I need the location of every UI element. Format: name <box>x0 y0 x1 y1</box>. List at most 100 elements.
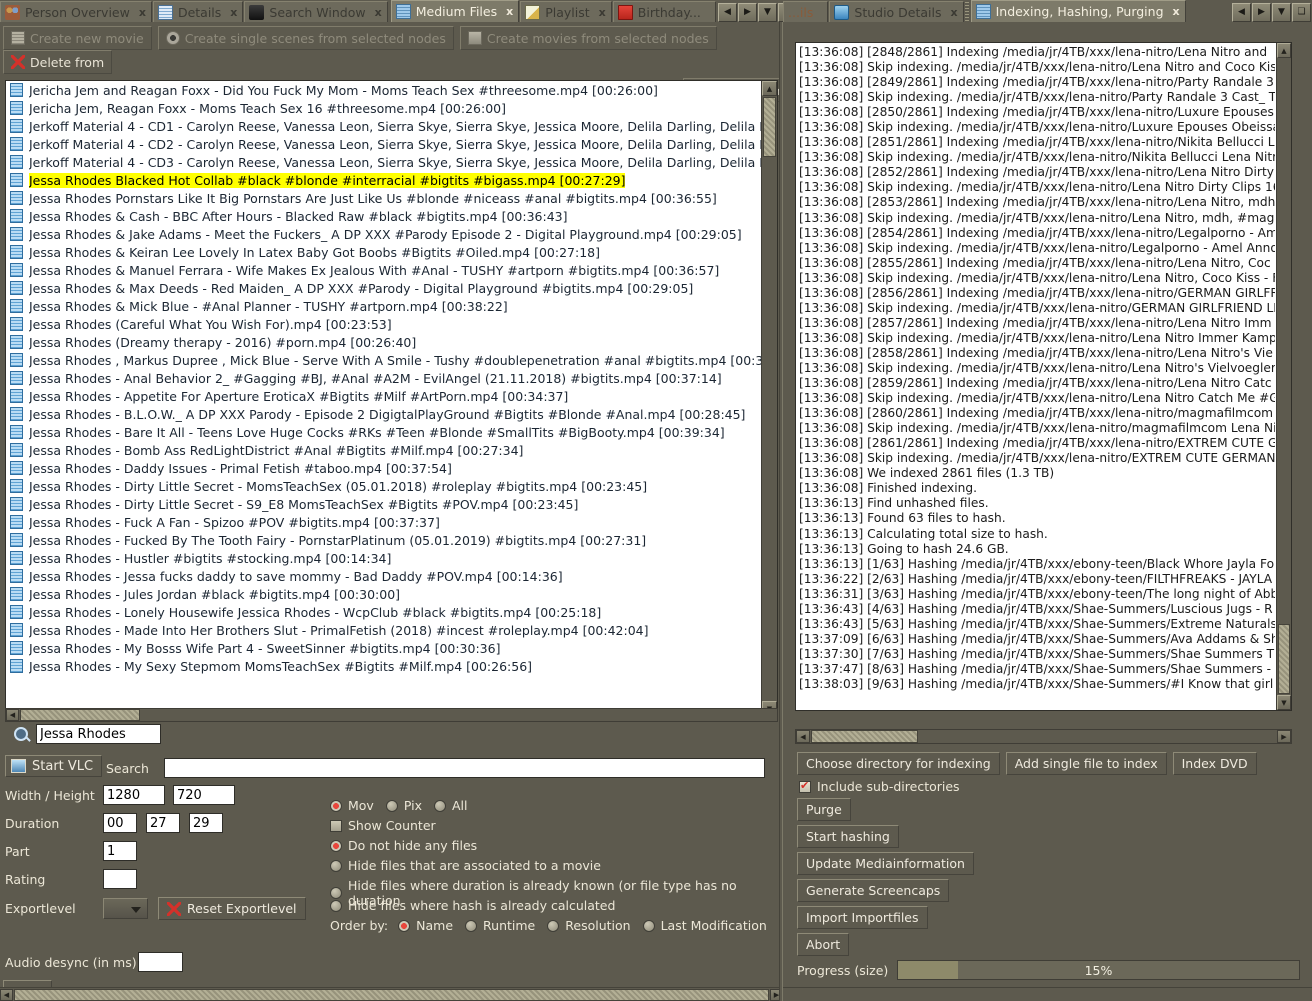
list-item[interactable]: Jericha Jem, Reagan Foxx - Moms Teach Se… <box>6 99 761 117</box>
purge-button[interactable]: Purge <box>797 798 851 821</box>
list-item[interactable]: Jessa Rhodes (Careful What You Wish For)… <box>6 315 761 333</box>
scroll-thumb[interactable] <box>811 730 918 743</box>
list-item[interactable]: Jessa Rhodes & Cash - BBC After Hours - … <box>6 207 761 225</box>
list-item[interactable]: Jessa Rhodes - My Bosss Wife Part 4 - Sw… <box>6 639 761 657</box>
scroll-left-icon[interactable]: ◀ <box>0 989 13 1001</box>
search-input[interactable] <box>164 758 765 778</box>
scroll-thumb[interactable] <box>14 989 769 1001</box>
create-new-movie-button[interactable]: Create new movie <box>3 26 152 50</box>
medium-files-list[interactable]: Jericha Jem and Reagan Foxx - Did You Fu… <box>5 80 778 717</box>
tab-maximize-icon[interactable]: ❑ <box>1292 3 1311 22</box>
list-item[interactable]: Jessa Rhodes - Bare It All - Teens Love … <box>6 423 761 441</box>
radio-order-resolution[interactable]: Resolution <box>547 918 630 933</box>
list-item[interactable]: Jessa Rhodes - Lonely Housewife Jessica … <box>6 603 761 621</box>
duration-hours-input[interactable] <box>103 813 137 833</box>
tab-search-window[interactable]: Search Window x <box>244 1 387 22</box>
list-item[interactable]: Jessa Rhodes - Hustler #bigtits #stockin… <box>6 549 761 567</box>
tab-close-icon[interactable]: x <box>599 6 606 19</box>
list-item[interactable]: Jessa Rhodes - Daddy Issues - Primal Fet… <box>6 459 761 477</box>
list-item[interactable]: Jessa Rhodes Blacked Hot Collab #black #… <box>6 171 761 189</box>
audio-desync-input[interactable] <box>138 952 183 972</box>
choose-directory-button[interactable]: Choose directory for indexing <box>797 752 1000 775</box>
radio-order-last-modification[interactable]: Last Modification <box>643 918 767 933</box>
tab-scroll-right-icon[interactable]: ▶ <box>738 3 757 22</box>
list-item[interactable]: Jessa Rhodes - Anal Behavior 2_ #Gagging… <box>6 369 761 387</box>
list-item[interactable]: Jessa Rhodes & Manuel Ferrara - Wife Mak… <box>6 261 761 279</box>
radio-order-name[interactable]: Name <box>398 918 453 933</box>
panel-horizontal-scrollbar[interactable]: ◀ ▶ <box>0 987 783 1001</box>
list-item[interactable]: Jerkoff Material 4 - CD2 - Carolyn Reese… <box>6 135 761 153</box>
list-item[interactable]: Jessa Rhodes - Bomb Ass RedLightDistrict… <box>6 441 761 459</box>
index-dvd-button[interactable]: Index DVD <box>1173 752 1257 775</box>
scroll-thumb[interactable] <box>763 97 776 157</box>
scroll-thumb[interactable] <box>1278 624 1290 694</box>
radio-order-runtime[interactable]: Runtime <box>465 918 535 933</box>
radio-hide-associated[interactable]: Hide files that are associated to a movi… <box>330 858 601 873</box>
scroll-left-icon[interactable]: ◀ <box>6 709 19 721</box>
scroll-thumb[interactable] <box>20 709 140 721</box>
radio-pix[interactable]: Pix <box>386 798 422 813</box>
list-item[interactable]: Jessa Rhodes & Keiran Lee Lovely In Late… <box>6 243 761 261</box>
radio-hide-none[interactable]: Do not hide any files <box>330 838 477 853</box>
tab-list-dropdown-icon[interactable]: ▼ <box>1272 3 1291 22</box>
tab-drag-grip[interactable] <box>965 2 969 22</box>
start-hashing-button[interactable]: Start hashing <box>797 825 899 848</box>
tab-studio-details[interactable]: Studio Details x <box>829 1 963 22</box>
tab-playlist[interactable]: Playlist x <box>520 1 612 22</box>
abort-button[interactable]: Abort <box>797 933 849 956</box>
list-item[interactable]: Jessa Rhodes - My Sexy Stepmom MomsTeach… <box>6 657 761 675</box>
list-item[interactable]: Jessa Rhodes - Made Into Her Brothers Sl… <box>6 621 761 639</box>
list-item[interactable]: Jessa Rhodes - Appetite For Aperture Ero… <box>6 387 761 405</box>
scroll-right-icon[interactable]: ▶ <box>1277 730 1291 743</box>
tab-close-icon[interactable]: x <box>951 6 958 19</box>
include-subdirectories-checkbox[interactable]: Include sub-directories <box>799 779 960 794</box>
update-mediainformation-button[interactable]: Update Mediainformation <box>797 852 974 875</box>
scroll-up-icon[interactable]: ▲ <box>1277 43 1291 58</box>
list-item[interactable]: Jerkoff Material 4 - CD1 - Carolyn Reese… <box>6 117 761 135</box>
duration-minutes-input[interactable] <box>146 813 180 833</box>
list-item[interactable]: Jessa Rhodes - Fucked By The Tooth Fairy… <box>6 531 761 549</box>
tab-close-icon[interactable]: x <box>506 5 513 18</box>
duration-seconds-input[interactable] <box>189 813 223 833</box>
list-item[interactable]: Jessa Rhodes , Markus Dupree , Mick Blue… <box>6 351 761 369</box>
tab-birthday[interactable]: Birthday... <box>613 1 716 22</box>
scroll-up-icon[interactable]: ▲ <box>762 81 777 96</box>
show-counter-checkbox[interactable]: Show Counter <box>330 818 436 833</box>
log-vertical-scrollbar[interactable]: ▲ ▼ <box>1276 43 1291 710</box>
log-horizontal-scrollbar[interactable]: ◀ ▶ <box>795 729 1292 744</box>
scroll-left-icon[interactable]: ◀ <box>796 730 810 743</box>
tab-medium-files[interactable]: Medium Files x <box>391 0 520 22</box>
list-item[interactable]: Jessa Rhodes - B.L.O.W._ A DP XXX Parody… <box>6 405 761 423</box>
tab-scroll-right-icon[interactable]: ▶ <box>1252 3 1271 22</box>
height-input[interactable] <box>173 785 235 805</box>
tab-partial-details[interactable]: ...ils <box>783 1 828 22</box>
rating-input[interactable] <box>103 869 137 889</box>
tab-close-icon[interactable]: x <box>375 6 382 19</box>
list-item[interactable]: Jessa Rhodes & Max Deeds - Red Maiden_ A… <box>6 279 761 297</box>
radio-hide-hash-calculated[interactable]: Hide files where hash is already calcula… <box>330 898 615 913</box>
list-item[interactable]: Jessa Rhodes (Dreamy therapy - 2016) #po… <box>6 333 761 351</box>
list-item[interactable]: Jessa Rhodes - Jessa fucks daddy to save… <box>6 567 761 585</box>
list-item[interactable]: Jessa Rhodes & Mick Blue - #Anal Planner… <box>6 297 761 315</box>
tab-details[interactable]: Details x <box>153 1 243 22</box>
exportlevel-select[interactable] <box>103 898 148 919</box>
tab-close-icon[interactable]: x <box>230 6 237 19</box>
add-single-file-button[interactable]: Add single file to index <box>1006 752 1167 775</box>
list-item[interactable]: Jessa Rhodes & Jake Adams - Meet the Fuc… <box>6 225 761 243</box>
generate-screencaps-button[interactable]: Generate Screencaps <box>797 879 949 902</box>
list-item[interactable]: Jessa Rhodes - Dirty Little Secret - Mom… <box>6 477 761 495</box>
radio-all[interactable]: All <box>434 798 468 813</box>
tab-close-icon[interactable]: x <box>139 6 146 19</box>
part-input[interactable] <box>103 841 137 861</box>
tab-indexing-hashing-purging[interactable]: Indexing, Hashing, Purging x <box>971 0 1186 22</box>
reset-exportlevel-button[interactable]: Reset Exportlevel <box>158 897 306 920</box>
list-item[interactable]: Jericha Jem and Reagan Foxx - Did You Fu… <box>6 81 761 99</box>
name-search-input[interactable] <box>36 724 161 744</box>
tab-scroll-left-icon[interactable]: ◀ <box>1232 3 1251 22</box>
tab-close-icon[interactable]: x <box>1173 5 1180 18</box>
delete-from-button-1[interactable]: Delete from <box>3 50 112 74</box>
create-movies-button[interactable]: Create movies from selected nodes <box>460 26 717 50</box>
radio-mov[interactable]: Mov <box>330 798 374 813</box>
tab-scroll-left-icon[interactable]: ◀ <box>718 3 737 22</box>
list-horizontal-scrollbar[interactable]: ◀ <box>5 708 778 722</box>
